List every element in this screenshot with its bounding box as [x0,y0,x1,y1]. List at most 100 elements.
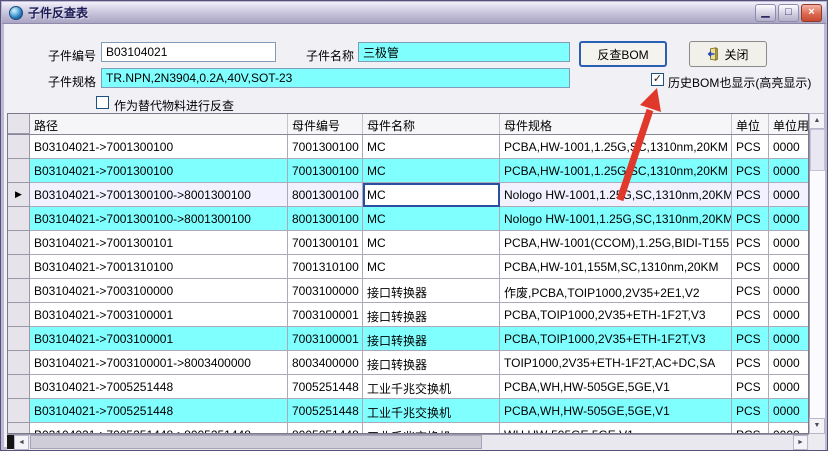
child-name-input[interactable] [358,42,570,62]
cell-parent-name[interactable]: 接口转换器 [363,279,500,303]
col-header-parent-no[interactable]: 母件编号 [288,114,363,134]
horizontal-scrollbar-thumb[interactable] [30,435,482,449]
col-header-unit-qty[interactable]: 单位用量 [769,114,809,134]
cell-unit[interactable]: PCS [732,159,769,183]
cell-parent-spec[interactable]: PCBA,HW-101,155M,SC,1310nm,20KM [500,255,732,279]
cell-parent-no[interactable]: 7001310100 [288,255,363,279]
scroll-down-icon[interactable]: ▼ [809,418,825,434]
cell-path[interactable]: B03104021->7005251448->8005251448 [30,423,288,434]
row-gutter-cell[interactable] [8,255,30,279]
row-gutter-cell[interactable] [8,159,30,183]
cell-parent-spec[interactable]: Nologo HW-1001,1.25G,SC,1310nm,20KM [500,207,732,231]
cell-unit-qty[interactable]: 0000 [769,255,809,279]
row-gutter-cell[interactable] [8,375,30,399]
scroll-up-icon[interactable]: ▲ [809,113,825,129]
child-spec-input[interactable] [101,68,570,88]
cell-unit[interactable]: PCS [732,327,769,351]
cell-parent-spec[interactable]: PCBA,TOIP1000,2V35+ETH-1F2T,V3 [500,327,732,351]
cell-parent-spec[interactable]: PCBA,HW-1001,1.25G,SC,1310nm,20KM [500,135,732,159]
cell-parent-name[interactable]: MC [363,231,500,255]
row-gutter-cell[interactable]: ▶ [8,183,30,207]
cell-parent-name[interactable]: MC [363,159,500,183]
cell-parent-name[interactable]: 接口转换器 [363,351,500,375]
cell-parent-no[interactable]: 7001300100 [288,159,363,183]
cell-unit[interactable]: PCS [732,423,769,434]
cell-parent-no[interactable]: 8001300100 [288,183,363,207]
cell-parent-spec[interactable]: PCBA,TOIP1000,2V35+ETH-1F2T,V3 [500,303,732,327]
cell-path[interactable]: B03104021->7001300100->8001300100 [30,183,288,207]
row-gutter-cell[interactable] [8,351,30,375]
cell-path[interactable]: B03104021->7003100000 [30,279,288,303]
cell-parent-no[interactable]: 8001300100 [288,207,363,231]
cell-unit[interactable]: PCS [732,135,769,159]
substitute-checkbox[interactable]: ✓ [96,96,109,109]
scroll-left-icon[interactable]: ◄ [14,435,29,450]
cell-parent-spec[interactable]: PCBA,WH,HW-505GE,5GE,V1 [500,375,732,399]
cell-unit-qty[interactable]: 0000 [769,303,809,327]
cell-parent-name[interactable]: MC [363,207,500,231]
cell-path[interactable]: B03104021->7003100001 [30,303,288,327]
cell-parent-name[interactable]: 工业千兆交换机 [363,399,500,423]
row-gutter-cell[interactable] [8,303,30,327]
cell-parent-name[interactable]: MC [363,135,500,159]
cell-unit-qty[interactable]: 0000 [769,159,809,183]
cell-unit-qty[interactable]: 0000 [769,399,809,423]
cell-unit[interactable]: PCS [732,183,769,207]
cell-parent-no[interactable]: 7005251448 [288,375,363,399]
col-header-parent-name[interactable]: 母件名称 [363,114,500,134]
cell-path[interactable]: B03104021->7001300100 [30,159,288,183]
cell-parent-no[interactable]: 8005251448 [288,423,363,434]
cell-parent-spec[interactable]: PCBA,HW-1001(CCOM),1.25G,BIDI-T155 [500,231,732,255]
row-gutter-cell[interactable] [8,399,30,423]
cell-unit-qty[interactable]: 0000 [769,135,809,159]
cell-parent-name[interactable]: 工业千兆交换机 [363,423,500,434]
cell-parent-name[interactable]: MC [363,183,500,207]
cell-parent-name[interactable]: 接口转换器 [363,303,500,327]
cell-path[interactable]: B03104021->7001300101 [30,231,288,255]
cell-unit-qty[interactable]: 0000 [769,351,809,375]
close-button[interactable]: 关闭 [689,41,767,67]
scroll-right-icon[interactable]: ► [793,435,808,450]
cell-unit-qty[interactable]: 0000 [769,375,809,399]
row-gutter-cell[interactable] [8,135,30,159]
col-header-parent-spec[interactable]: 母件规格 [500,114,732,134]
minimize-icon[interactable]: ▁ [755,4,776,22]
cell-unit[interactable]: PCS [732,231,769,255]
cell-unit[interactable]: PCS [732,255,769,279]
cell-unit[interactable]: PCS [732,375,769,399]
cell-unit-qty[interactable]: 0000 [769,327,809,351]
cell-parent-no[interactable]: 7003100001 [288,327,363,351]
cell-unit[interactable]: PCS [732,303,769,327]
cell-path[interactable]: B03104021->7001300100->8001300100 [30,207,288,231]
row-gutter-cell[interactable] [8,423,30,434]
row-gutter-cell[interactable] [8,231,30,255]
vertical-scrollbar-thumb[interactable] [810,129,825,171]
close-icon[interactable]: × [801,4,822,22]
cell-path[interactable]: B03104021->7001300100 [30,135,288,159]
row-gutter-cell[interactable] [8,279,30,303]
cell-parent-spec[interactable]: PCBA,HW-1001,1.25G,SC,1310nm,20KM [500,159,732,183]
cell-parent-name[interactable]: 工业千兆交换机 [363,375,500,399]
cell-parent-name[interactable]: 接口转换器 [363,327,500,351]
col-header-unit[interactable]: 单位 [732,114,769,134]
reverse-bom-button[interactable]: 反查BOM [579,41,667,67]
cell-path[interactable]: B03104021->7001310100 [30,255,288,279]
cell-parent-spec[interactable]: WH,HW-505GE,5GE,V1 [500,423,732,434]
cell-parent-no[interactable]: 7001300101 [288,231,363,255]
cell-unit-qty[interactable]: 0000 [769,231,809,255]
cell-path[interactable]: B03104021->7003100001 [30,327,288,351]
cell-parent-no[interactable]: 7003100001 [288,303,363,327]
cell-unit[interactable]: PCS [732,279,769,303]
cell-path[interactable]: B03104021->7005251448 [30,375,288,399]
cell-unit[interactable]: PCS [732,207,769,231]
col-header-path[interactable]: 路径 [30,114,288,134]
cell-parent-no[interactable]: 7001300100 [288,135,363,159]
cell-path[interactable]: B03104021->7005251448 [30,399,288,423]
cell-unit-qty[interactable]: 0000 [769,423,809,434]
cell-unit-qty[interactable]: 0000 [769,207,809,231]
cell-parent-spec[interactable]: 作废,PCBA,TOIP1000,2V35+2E1,V2 [500,279,732,303]
cell-path[interactable]: B03104021->7003100001->8003400000 [30,351,288,375]
child-no-input[interactable] [101,42,276,62]
row-gutter-cell[interactable] [8,207,30,231]
cell-parent-no[interactable]: 8003400000 [288,351,363,375]
